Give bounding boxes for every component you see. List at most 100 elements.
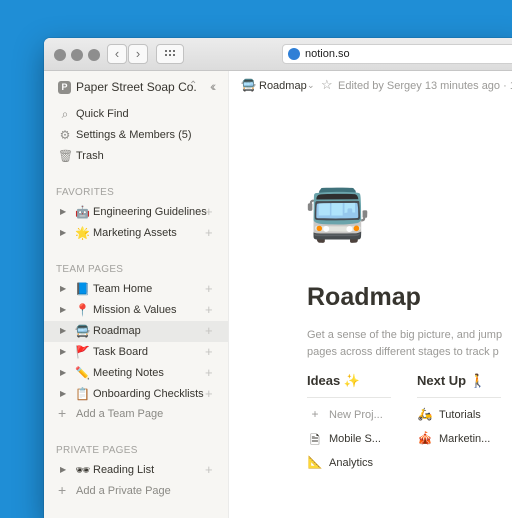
page-icon[interactable]: 🚍 xyxy=(305,189,370,241)
sidebar-item-label: Meeting Notes xyxy=(93,367,164,379)
plus-icon: + xyxy=(58,405,67,421)
add-subpage-icon[interactable]: + xyxy=(205,204,213,219)
expand-triangle-icon[interactable]: ▶ xyxy=(60,465,66,474)
browser-titlebar: ‹ › notion.so xyxy=(44,38,512,71)
sidebar-item-reading-list[interactable]: ▶ 🕶 Reading List + xyxy=(44,460,228,481)
flag-icon: 🚩 xyxy=(75,345,90,359)
gear-icon: ⚙ xyxy=(59,128,71,142)
page-topbar: 🚍 Roadmap ⌄ ☆ Edited by Sergey 13 minute… xyxy=(229,71,512,99)
url-text: notion.so xyxy=(305,48,350,60)
plus-icon: + xyxy=(311,407,319,421)
collapse-sidebar-icon[interactable]: ‹‹ xyxy=(210,78,217,94)
main-content: 🚍 Roadmap ⌄ ☆ Edited by Sergey 13 minute… xyxy=(229,71,512,518)
private-pages-heading: PRIVATE PAGES xyxy=(56,445,138,456)
page-title[interactable]: Roadmap xyxy=(307,283,421,312)
expand-triangle-icon[interactable]: ▶ xyxy=(60,305,66,314)
board-card[interactable]: 🎪 Marketin... xyxy=(417,430,512,450)
sidebar-item-roadmap[interactable]: ▶ 🚍 Roadmap + xyxy=(44,321,228,342)
expand-triangle-icon[interactable]: ▶ xyxy=(60,389,66,398)
add-subpage-icon[interactable]: + xyxy=(205,462,213,477)
expand-triangle-icon[interactable]: ▶ xyxy=(60,228,66,237)
add-subpage-icon[interactable]: + xyxy=(205,365,213,380)
sidebar-item-label: Roadmap xyxy=(93,325,141,337)
sidebar-item-marketing-assets[interactable]: ▶ 🌟 Marketing Assets + xyxy=(44,223,228,244)
card-title: Analytics xyxy=(329,457,374,469)
globe-icon xyxy=(288,48,300,60)
add-subpage-icon[interactable]: + xyxy=(205,302,213,317)
close-window-button[interactable] xyxy=(54,49,66,61)
expand-triangle-icon[interactable]: ▶ xyxy=(60,284,66,293)
sidebar-item-label: Onboarding Checklists xyxy=(93,388,204,400)
sidebar-item-task-board[interactable]: ▶ 🚩 Task Board + xyxy=(44,342,228,363)
settings-members-label: Settings & Members (5) xyxy=(76,129,192,141)
bus-icon: 🚍 xyxy=(241,78,256,92)
sidebar: P Paper Street Soap Co. ⌃ ‹‹ ⌕ Quick Fin… xyxy=(44,71,229,518)
add-subpage-icon[interactable]: + xyxy=(205,323,213,338)
sidebar-item-label: Task Board xyxy=(93,346,149,358)
expand-triangle-icon[interactable]: ▶ xyxy=(60,347,66,356)
expand-triangle-icon[interactable]: ▶ xyxy=(60,368,66,377)
circus-tent-icon: 🎪 xyxy=(417,431,433,445)
zoom-window-button[interactable] xyxy=(88,49,100,61)
document-icon: 🗎 xyxy=(310,433,320,447)
settings-members-link[interactable]: ⚙ Settings & Members (5) xyxy=(44,125,228,146)
star-icon: 🌟 xyxy=(75,226,90,240)
board-card[interactable]: 📐 Analytics xyxy=(307,454,391,474)
sidebar-item-label: Marketing Assets xyxy=(93,227,177,239)
board-card[interactable]: 🛵 Tutorials xyxy=(417,406,512,426)
expand-triangle-icon[interactable]: ▶ xyxy=(60,326,66,335)
page-description-line: pages across different stages to track p xyxy=(307,346,499,358)
edited-status: Edited by Sergey 13 minutes ago · 1 xyxy=(338,80,512,92)
robot-icon: 🤖 xyxy=(75,205,90,219)
forward-button[interactable]: › xyxy=(128,44,148,64)
chevron-down-icon[interactable]: ⌄ xyxy=(307,80,315,91)
quick-find-link[interactable]: ⌕ Quick Find xyxy=(44,104,228,125)
board-card[interactable]: 🗎 Mobile S... xyxy=(307,430,391,450)
column-divider xyxy=(307,397,391,398)
breadcrumb[interactable]: Roadmap xyxy=(259,80,307,92)
add-subpage-icon[interactable]: + xyxy=(205,281,213,296)
address-bar[interactable]: notion.so xyxy=(282,44,512,64)
pencil-icon: ✏️ xyxy=(75,366,90,380)
sidebar-item-label: Reading List xyxy=(93,464,155,476)
minimize-window-button[interactable] xyxy=(71,49,83,61)
sidebar-item-team-home[interactable]: ▶ 📘 Team Home + xyxy=(44,279,228,300)
add-team-page-label: Add a Team Page xyxy=(76,408,164,420)
trash-label: Trash xyxy=(76,150,104,162)
sidebar-item-label: Engineering Guidelines xyxy=(93,206,207,218)
favorites-heading: FAVORITES xyxy=(56,187,115,198)
trash-link[interactable]: 🗑 Trash xyxy=(44,146,228,167)
favorite-star-icon[interactable]: ☆ xyxy=(321,77,333,93)
page-description-line: Get a sense of the big picture, and jump xyxy=(307,329,503,341)
add-private-page-button[interactable]: + Add a Private Page xyxy=(44,481,228,502)
plus-icon: + xyxy=(58,482,67,498)
expand-triangle-icon[interactable]: ▶ xyxy=(60,207,66,216)
add-team-page-button[interactable]: + Add a Team Page xyxy=(44,404,228,425)
search-icon: ⌕ xyxy=(61,107,69,121)
sidebar-item-mission-values[interactable]: ▶ 📍 Mission & Values + xyxy=(44,300,228,321)
scooter-icon: 🛵 xyxy=(417,407,433,421)
sidebar-item-engineering-guidelines[interactable]: ▶ 🤖 Engineering Guidelines + xyxy=(44,202,228,223)
tab-overview-button[interactable] xyxy=(156,44,184,64)
sidebar-item-label: Mission & Values xyxy=(93,304,177,316)
sidebar-item-onboarding-checklists[interactable]: ▶ 📋 Onboarding Checklists + xyxy=(44,384,228,405)
sidebar-item-label: Team Home xyxy=(93,283,153,295)
add-private-page-label: Add a Private Page xyxy=(76,485,171,497)
card-title: New Proj... xyxy=(329,409,383,421)
board-card[interactable]: + New Proj... xyxy=(307,406,391,426)
board-column-next-up-title[interactable]: Next Up 🚶 xyxy=(417,373,486,389)
trash-icon: 🗑 xyxy=(58,149,74,163)
add-subpage-icon[interactable]: + xyxy=(205,344,213,359)
blue-book-icon: 📘 xyxy=(75,282,90,296)
board-column-ideas-title[interactable]: Ideas ✨ xyxy=(307,373,360,389)
add-subpage-icon[interactable]: + xyxy=(205,386,213,401)
back-button[interactable]: ‹ xyxy=(107,44,127,64)
quick-find-label: Quick Find xyxy=(76,108,129,120)
triangle-ruler-icon: 📐 xyxy=(307,455,323,469)
add-subpage-icon[interactable]: + xyxy=(205,225,213,240)
sidebar-item-meeting-notes[interactable]: ▶ ✏️ Meeting Notes + xyxy=(44,363,228,384)
card-title: Mobile S... xyxy=(329,433,381,445)
chevron-left-icon: ‹ xyxy=(114,46,120,61)
bus-icon: 🚍 xyxy=(75,324,90,338)
workspace-icon: P xyxy=(58,81,71,94)
